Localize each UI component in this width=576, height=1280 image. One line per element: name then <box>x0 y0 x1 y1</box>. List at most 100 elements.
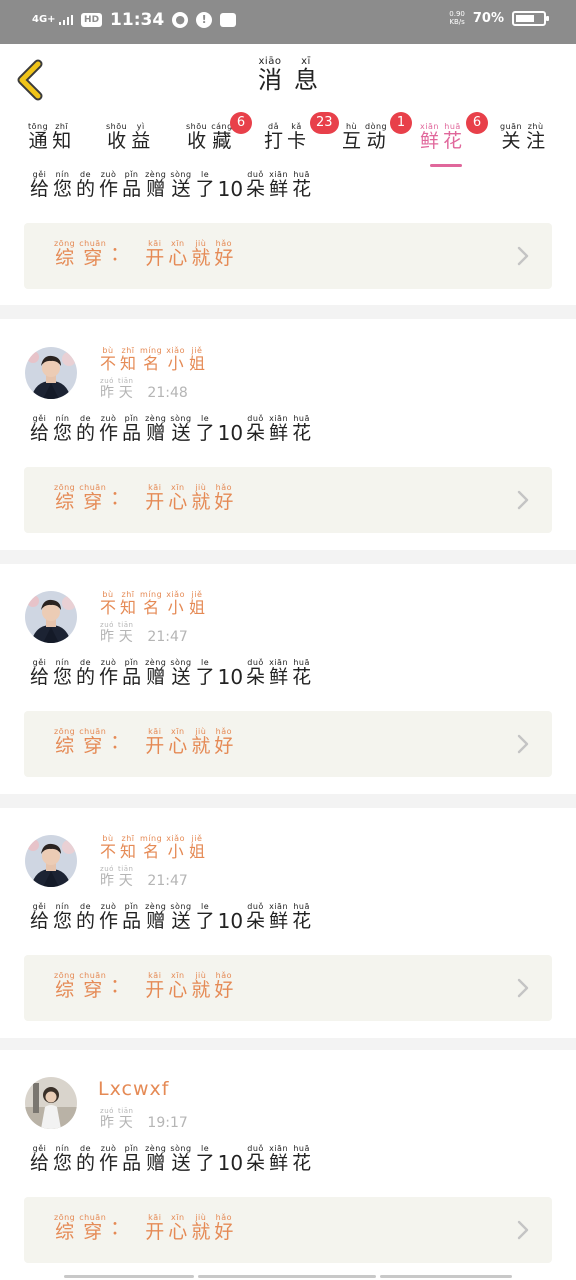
work-title-char: kāi 开 <box>145 239 164 268</box>
hanzi: 花 <box>443 130 463 152</box>
hanzi: 就 <box>191 247 211 269</box>
hanzi: 作 <box>99 178 119 200</box>
chevron-right-icon <box>517 1220 529 1240</box>
username-char: jiě 姐 <box>189 834 205 860</box>
hanzi: 花 <box>292 1152 312 1174</box>
hanzi: 开 <box>145 247 165 269</box>
message-char: duǒ 朵 <box>246 902 265 931</box>
tab-guan-zhu[interactable]: guān 关 zhù 注 <box>498 122 547 151</box>
username-char: míng 名 <box>140 346 162 372</box>
time-text: 21:47 <box>147 873 188 889</box>
message-char: de 的 <box>76 658 95 687</box>
chevron-right-icon <box>517 734 529 754</box>
tab-hu-dong[interactable]: hù 互 dòng 动 1 <box>340 112 412 151</box>
tab-shou-yi[interactable]: shōu 收 yì 益 <box>104 122 152 151</box>
hanzi: 给 <box>30 178 50 200</box>
hanzi: 姐 <box>188 842 205 861</box>
notification-message: gěi 给 nín 您 de 的 zuò 作 pǐn 品 zèng 赠 sòng 送 le 了 10 duǒ 朵 xi… <box>28 170 313 199</box>
work-title: zōng 综 chuān 穿： kāi 开 xīn 心 jiù 就 hǎo 好 <box>52 239 235 268</box>
avatar[interactable] <box>25 835 77 887</box>
username[interactable]: Lxcwxf <box>98 1078 169 1100</box>
battery-percent: 70% <box>472 10 504 26</box>
message-char: duǒ 朵 <box>246 658 265 687</box>
hanzi: 给 <box>30 666 50 688</box>
message-char: gěi 给 <box>30 1144 49 1173</box>
hanzi: 姐 <box>188 354 205 373</box>
work-link[interactable]: zōng 综 chuān 穿： kāi 开 xīn 心 jiù 就 hǎo 好 <box>24 223 552 289</box>
hanzi: 了 <box>195 422 215 444</box>
hanzi: 的 <box>76 666 96 688</box>
notification-item[interactable]: bù 不 zhī 知 míng 名 xiǎo 小 jiě 姐 zuó 昨 tiān 天 21:47 gěi 给 n… <box>0 564 576 794</box>
unread-badge: 6 <box>230 112 252 134</box>
tab-shou-cang[interactable]: shōu 收 cáng 藏 6 <box>184 112 252 151</box>
unread-badge: 23 <box>310 112 339 134</box>
hanzi: 就 <box>191 491 211 513</box>
tab-da-ka[interactable]: dǎ 打 kǎ 卡 23 <box>262 112 339 151</box>
hanzi: 作 <box>99 666 119 688</box>
work-category-char: zōng 综 <box>54 239 75 268</box>
notification-item[interactable]: gěi 给 nín 您 de 的 zuò 作 pǐn 品 zèng 赠 sòng 送 le 了 10 duǒ 朵 xi… <box>0 170 576 305</box>
hanzi: 天 <box>118 385 133 401</box>
hanzi: 收 <box>107 130 127 152</box>
hanzi: 开 <box>145 979 165 1001</box>
colon: ： <box>110 731 130 753</box>
hanzi: 小 <box>167 842 184 861</box>
hanzi: 关 <box>501 130 521 152</box>
username[interactable]: bù 不 zhī 知 míng 名 xiǎo 小 jiě 姐 <box>98 346 207 372</box>
hanzi: 的 <box>76 910 96 932</box>
username[interactable]: bù 不 zhī 知 míng 名 xiǎo 小 jiě 姐 <box>98 590 207 616</box>
tab-xian-hua[interactable]: xiān 鲜 huā 花 6 <box>418 112 488 152</box>
message-char: de 的 <box>76 902 95 931</box>
username-char: zhī 知 <box>120 346 136 372</box>
message-char: zuò 作 <box>99 414 118 443</box>
hanzi: 穿 <box>83 979 103 1001</box>
tab-label-char: zhī 知 <box>52 122 71 151</box>
hanzi: 心 <box>168 491 188 513</box>
username-char: bù 不 <box>100 346 116 372</box>
work-category-char: chuān 穿 <box>79 483 106 512</box>
hanzi: 您 <box>53 1152 73 1174</box>
message-char: pǐn 品 <box>122 414 141 443</box>
work-link[interactable]: zōng 综 chuān 穿： kāi 开 xīn 心 jiù 就 hǎo 好 <box>24 467 552 533</box>
hanzi: 不 <box>100 842 117 861</box>
day-char: tiān 天 <box>118 620 133 644</box>
work-title: zōng 综 chuān 穿： kāi 开 xīn 心 jiù 就 hǎo 好 <box>52 1213 235 1242</box>
work-category-char: zōng 综 <box>54 483 75 512</box>
tab-label-char: kǎ 卡 <box>287 122 306 151</box>
chevron-right-icon <box>517 246 529 266</box>
avatar[interactable] <box>25 347 77 399</box>
notification-item[interactable]: bù 不 zhī 知 míng 名 xiǎo 小 jiě 姐 zuó 昨 tiān 天 21:48 gěi 给 n… <box>0 320 576 550</box>
hanzi: 赠 <box>146 666 166 688</box>
notification-item[interactable]: Lxcwxf zuó 昨 tiān 天 19:17 gěi 给 nín 您 de 的 zuò 作 pǐn 品 z… <box>0 1050 576 1280</box>
hanzi: 开 <box>145 491 165 513</box>
work-link[interactable]: zōng 综 chuān 穿： kāi 开 xīn 心 jiù 就 hǎo 好 <box>24 955 552 1021</box>
list-divider <box>0 794 576 808</box>
username-char: míng 名 <box>140 834 162 860</box>
notification-item[interactable]: bù 不 zhī 知 míng 名 xiǎo 小 jiě 姐 zuó 昨 tiān 天 21:47 gěi 给 n… <box>0 808 576 1038</box>
tab-tong-zhi[interactable]: tōng 通 zhī 知 <box>26 122 73 151</box>
colon: ： <box>110 1217 130 1239</box>
avatar[interactable] <box>25 1077 77 1129</box>
hanzi: 好 <box>214 1221 234 1243</box>
network-speed: 0.90 KB/s <box>449 10 465 26</box>
hanzi: 品 <box>122 1152 142 1174</box>
work-link[interactable]: zōng 综 chuān 穿： kāi 开 xīn 心 jiù 就 hǎo 好 <box>24 711 552 777</box>
flower-count: 10 <box>217 421 244 445</box>
work-category-char: zōng 综 <box>54 727 75 756</box>
unread-badge: 6 <box>466 112 488 134</box>
username-char: xiǎo 小 <box>166 346 185 372</box>
hanzi: 赠 <box>146 1152 166 1174</box>
work-title-char: xīn 心 <box>168 727 187 756</box>
work-link[interactable]: zōng 综 chuān 穿： kāi 开 xīn 心 jiù 就 hǎo 好 <box>24 1197 552 1263</box>
message-char: zèng 赠 <box>145 1144 166 1173</box>
work-title-char: jiù 就 <box>191 1213 210 1242</box>
avatar[interactable] <box>25 591 77 643</box>
work-category-char: chuān 穿 <box>79 971 106 1000</box>
username[interactable]: bù 不 zhī 知 míng 名 xiǎo 小 jiě 姐 <box>98 834 207 860</box>
hanzi: 名 <box>143 598 160 617</box>
hanzi: 您 <box>53 910 73 932</box>
notification-message: gěi 给 nín 您 de 的 zuò 作 pǐn 品 zèng 赠 sòng 送 le 了 10 duǒ 朵 xi… <box>28 414 313 443</box>
username-char: bù 不 <box>100 834 116 860</box>
hanzi: 花 <box>292 178 312 200</box>
signal-bars-icon <box>59 15 74 25</box>
